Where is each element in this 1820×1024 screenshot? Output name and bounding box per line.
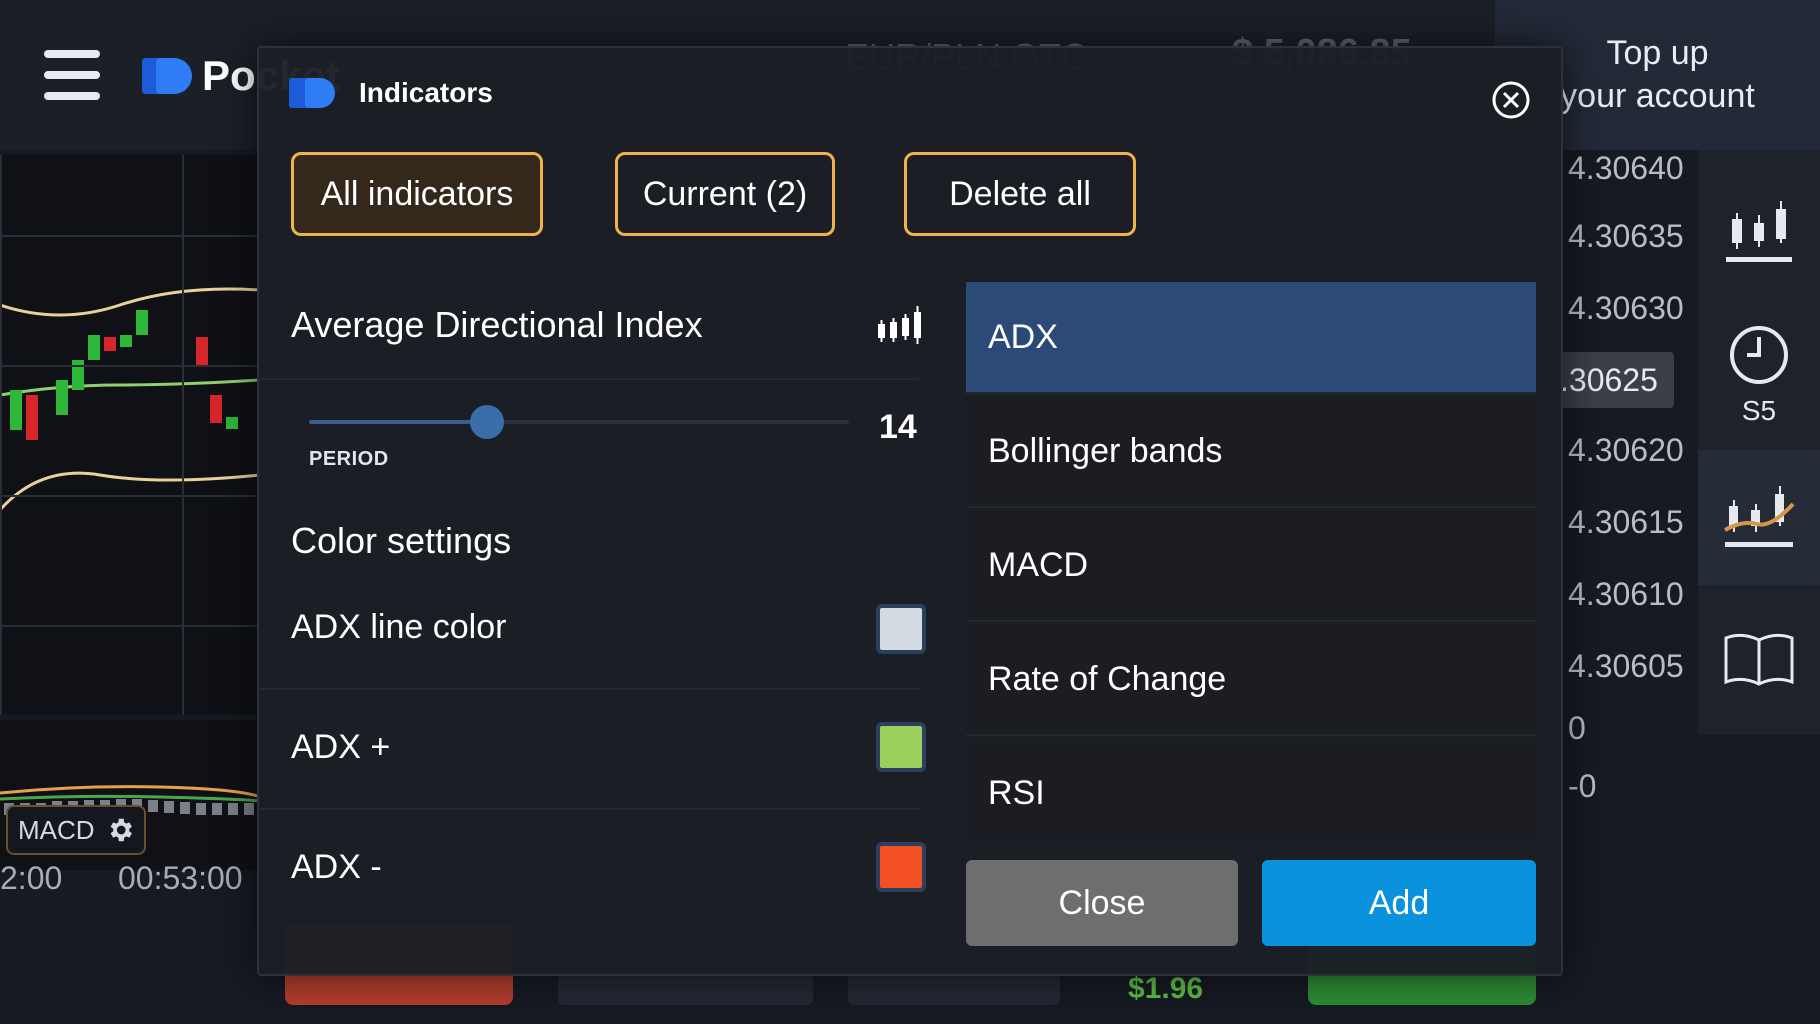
chart-type-button[interactable] <box>1698 180 1820 290</box>
period-value: 14 <box>879 408 917 446</box>
indicator-name: Average Directional Index <box>291 304 703 345</box>
time-tick: 00:53:00 <box>118 860 243 896</box>
modal-header: Indicators <box>289 76 493 110</box>
divider <box>259 808 919 810</box>
time-tick: 2:00 <box>0 860 63 896</box>
adx-line-color-swatch[interactable] <box>876 604 926 654</box>
adx-plus-color-label: ADX + <box>291 728 391 766</box>
tab-current[interactable]: Current (2) <box>615 152 835 236</box>
list-item-label: RSI <box>988 773 1045 812</box>
price-tick: -0 <box>1568 768 1597 804</box>
indicators-button[interactable] <box>1698 450 1820 585</box>
pocket-logo-icon <box>289 76 337 110</box>
top-up-line1: Top up <box>1606 34 1709 72</box>
list-item-rate-of-change[interactable]: Rate of Change <box>966 624 1536 736</box>
add-button[interactable]: Add <box>1262 860 1536 946</box>
price-tick: 0 <box>1568 710 1586 746</box>
candlestick-icon <box>1726 201 1792 262</box>
timeframe-button[interactable]: S5 <box>1698 310 1820 440</box>
price-tick: 4.30620 <box>1568 432 1684 468</box>
book-icon <box>1724 633 1794 686</box>
indicators-modal: Indicators All indicators Current (2) De… <box>257 46 1563 976</box>
adx-minus-color-label: ADX - <box>291 848 382 886</box>
divider <box>259 688 919 690</box>
price-axis: 4.30640 4.30635 4.30630 4.30620 4.30615 … <box>1560 150 1698 804</box>
divider <box>259 378 919 380</box>
indicators-icon <box>1724 485 1795 547</box>
color-settings-title: Color settings <box>291 520 512 561</box>
pocket-logo-icon <box>142 56 192 96</box>
tutorial-button[interactable] <box>1698 600 1820 720</box>
price-tick: 4.30635 <box>1568 218 1684 254</box>
list-item-macd[interactable]: MACD <box>966 510 1536 622</box>
period-slider-fill <box>309 420 488 424</box>
close-icon[interactable] <box>1491 80 1531 120</box>
current-price: .30625 <box>1560 362 1658 398</box>
list-item-rsi[interactable]: RSI <box>966 738 1536 842</box>
period-label: PERIOD <box>309 448 389 470</box>
candlestick-icon <box>878 306 921 344</box>
price-tick: 4.30605 <box>1568 648 1684 684</box>
modal-title: Indicators <box>359 77 493 108</box>
period-slider-thumb[interactable] <box>470 405 505 439</box>
macd-badge-label: MACD <box>18 814 95 845</box>
indicator-list: ADX Bollinger bands MACD Rate of Change … <box>966 282 1536 842</box>
list-item-adx[interactable]: ADX <box>966 282 1536 394</box>
list-item-label: MACD <box>988 545 1089 584</box>
price-tick: 4.30630 <box>1568 290 1684 326</box>
adx-line-color-label: ADX line color <box>291 608 507 646</box>
timeframe-label: S5 <box>1741 395 1777 426</box>
chart-tools-panel: S5 <box>1698 150 1820 735</box>
candlestick-series <box>0 287 260 511</box>
menu-icon[interactable] <box>44 50 100 100</box>
adx-plus-color-swatch[interactable] <box>876 722 926 772</box>
price-tick: 4.30610 <box>1568 576 1684 612</box>
list-item-bollinger-bands[interactable]: Bollinger bands <box>966 396 1536 508</box>
price-tick: 4.30640 <box>1568 150 1684 186</box>
current-price-tag: .30625 <box>1560 352 1674 408</box>
close-button[interactable]: Close <box>966 860 1238 946</box>
tab-all-indicators[interactable]: All indicators <box>291 152 543 236</box>
list-item-label: ADX <box>988 317 1058 356</box>
price-chart[interactable] <box>0 155 260 715</box>
top-up-line2: your account <box>1560 77 1755 115</box>
macd-indicator-badge[interactable]: MACD <box>6 805 146 855</box>
payout-value: $1.96 <box>1128 972 1204 1005</box>
clock-icon <box>1730 326 1788 384</box>
price-tick: 4.30615 <box>1568 504 1684 540</box>
adx-minus-color-swatch[interactable] <box>876 842 926 892</box>
delete-all-button[interactable]: Delete all <box>904 152 1136 236</box>
list-item-label: Bollinger bands <box>988 431 1223 470</box>
list-item-label: Rate of Change <box>988 659 1227 698</box>
gear-icon[interactable] <box>105 815 135 845</box>
